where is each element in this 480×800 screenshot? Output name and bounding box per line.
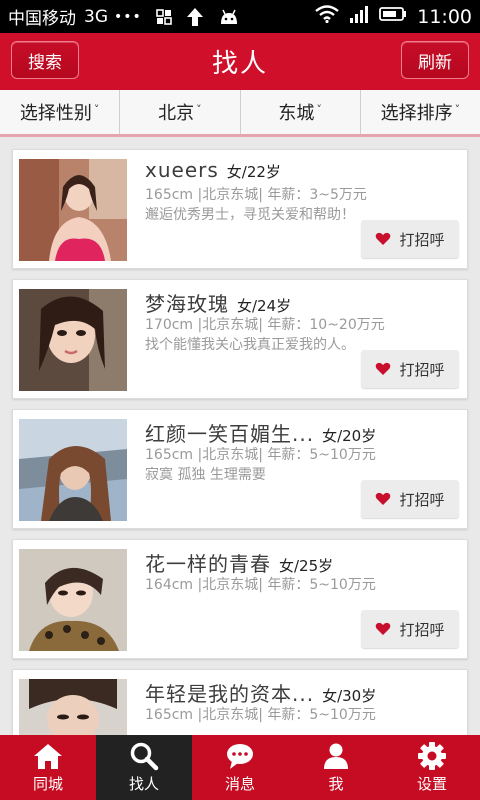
signal-dots: ••• (114, 8, 142, 25)
tab-label: 消息 (224, 775, 255, 793)
person-meta: 女/30岁 (322, 687, 377, 705)
filter-label: 选择性别 (19, 103, 92, 124)
chevron-down-icon: ˅ (454, 102, 461, 116)
chevron-down-icon: ˅ (196, 102, 202, 116)
search-icon (129, 741, 159, 771)
greet-label: 打招呼 (399, 230, 445, 249)
person-name: 梦海玫瑰 (145, 292, 229, 316)
status-bar: 中国移动 3G ••• 11:00 (0, 0, 480, 33)
avatar[interactable] (19, 289, 127, 391)
person-desc: 找个能懂我关心我真正爱我的人。 (145, 337, 355, 353)
chevron-down-icon: ˅ (93, 102, 100, 116)
home-icon (33, 741, 63, 771)
greet-button[interactable]: 打招呼 (361, 220, 459, 258)
name-row: 年轻是我的资本... 女/30岁 (145, 678, 376, 707)
filter-gender[interactable]: 选择性别 ˅ (0, 90, 121, 134)
heart-icon (375, 362, 391, 376)
tab-bar: 同城 找人 消息 我 设置 (0, 735, 480, 800)
greet-button[interactable]: 打招呼 (361, 350, 459, 388)
greet-label: 打招呼 (399, 490, 445, 509)
greet-button[interactable]: 打招呼 (361, 610, 459, 648)
search-button[interactable]: 搜索 (11, 41, 79, 79)
person-meta: 女/24岁 (237, 297, 292, 315)
person-meta: 女/22岁 (226, 163, 281, 181)
avatar[interactable] (19, 549, 127, 651)
person-info: 165cm |北京东城| 年薪：5~10万元 (145, 447, 376, 463)
android-icon (218, 8, 240, 26)
title-bar: 搜索 找人 刷新 (0, 33, 480, 90)
name-row: 梦海玫瑰 女/24岁 (145, 288, 291, 317)
person-name: xueers (145, 158, 219, 182)
tab-settings[interactable]: 设置 (384, 735, 480, 800)
greet-label: 打招呼 (399, 620, 445, 639)
person-name: 花一样的青春 (145, 552, 271, 576)
greet-label: 打招呼 (399, 360, 445, 379)
page-title: 找人 (211, 49, 268, 79)
person-info: 165cm |北京东城| 年薪：3~5万元 (145, 187, 367, 203)
signal-icon (349, 5, 369, 28)
person-name: 红颜一笑百媚生... (145, 422, 315, 446)
tab-label: 找人 (128, 775, 159, 793)
clock: 11:00 (417, 5, 472, 28)
people-list[interactable]: xueers 女/22岁 165cm |北京东城| 年薪：3~5万元 邂逅优秀男… (0, 137, 480, 735)
tab-label: 同城 (32, 775, 63, 793)
person-meta: 女/20岁 (322, 427, 377, 445)
filter-district[interactable]: 东城 ˅ (241, 90, 361, 134)
person-card[interactable]: 梦海玫瑰 女/24岁 170cm |北京东城| 年薪：10~20万元 找个能懂我… (12, 279, 468, 399)
filter-bar: 选择性别 ˅ 北京 ˅ 东城 ˅ 选择排序 ˅ (0, 90, 480, 137)
name-row: xueers 女/22岁 (145, 158, 281, 182)
tab-find[interactable]: 找人 (96, 735, 192, 800)
tab-nearby[interactable]: 同城 (0, 735, 96, 800)
filter-sort[interactable]: 选择排序 ˅ (361, 90, 480, 134)
person-name: 年轻是我的资本... (145, 682, 315, 706)
tab-label: 设置 (416, 775, 447, 793)
person-meta: 女/25岁 (279, 557, 334, 575)
gear-icon (417, 741, 447, 771)
filter-label: 选择排序 (380, 103, 453, 124)
chat-icon (225, 741, 255, 771)
avatar[interactable] (19, 159, 127, 261)
person-card[interactable]: 花一样的青春 女/25岁 164cm |北京东城| 年薪：5~10万元 打招呼 (12, 539, 468, 659)
refresh-button[interactable]: 刷新 (401, 41, 469, 79)
person-card[interactable]: 年轻是我的资本... 女/30岁 165cm |北京东城| 年薪：5~10万元 (12, 669, 468, 735)
battery-icon (379, 6, 407, 27)
avatar[interactable] (19, 679, 127, 735)
avatar[interactable] (19, 419, 127, 521)
heart-icon (375, 232, 391, 246)
person-icon (322, 741, 350, 771)
person-info: 170cm |北京东城| 年薪：10~20万元 (145, 317, 385, 333)
filter-city[interactable]: 北京 ˅ (120, 90, 241, 134)
filter-label: 北京 (158, 103, 195, 124)
tab-messages[interactable]: 消息 (192, 735, 288, 800)
person-info: 164cm |北京东城| 年薪：5~10万元 (145, 577, 376, 593)
tab-label: 我 (328, 775, 344, 793)
person-card[interactable]: xueers 女/22岁 165cm |北京东城| 年薪：3~5万元 邂逅优秀男… (12, 149, 468, 269)
wifi-icon (315, 5, 339, 28)
grid-icon (155, 8, 172, 25)
tab-me[interactable]: 我 (288, 735, 384, 800)
person-desc: 寂寞 孤独 生理需要 (145, 467, 266, 483)
chevron-down-icon: ˅ (316, 102, 322, 116)
filter-label: 东城 (278, 103, 315, 124)
network-type: 3G (84, 6, 108, 27)
upload-arrow-icon (186, 7, 204, 27)
greet-button[interactable]: 打招呼 (361, 480, 459, 518)
person-info: 165cm |北京东城| 年薪：5~10万元 (145, 707, 376, 723)
person-desc: 邂逅优秀男士，寻觅关爱和帮助！ (145, 207, 355, 223)
name-row: 花一样的青春 女/25岁 (145, 548, 333, 577)
carrier-label: 中国移动 (8, 9, 76, 29)
name-row: 红颜一笑百媚生... 女/20岁 (145, 418, 376, 447)
heart-icon (375, 622, 391, 636)
person-card[interactable]: 红颜一笑百媚生... 女/20岁 165cm |北京东城| 年薪：5~10万元 … (12, 409, 468, 529)
heart-icon (375, 492, 391, 506)
